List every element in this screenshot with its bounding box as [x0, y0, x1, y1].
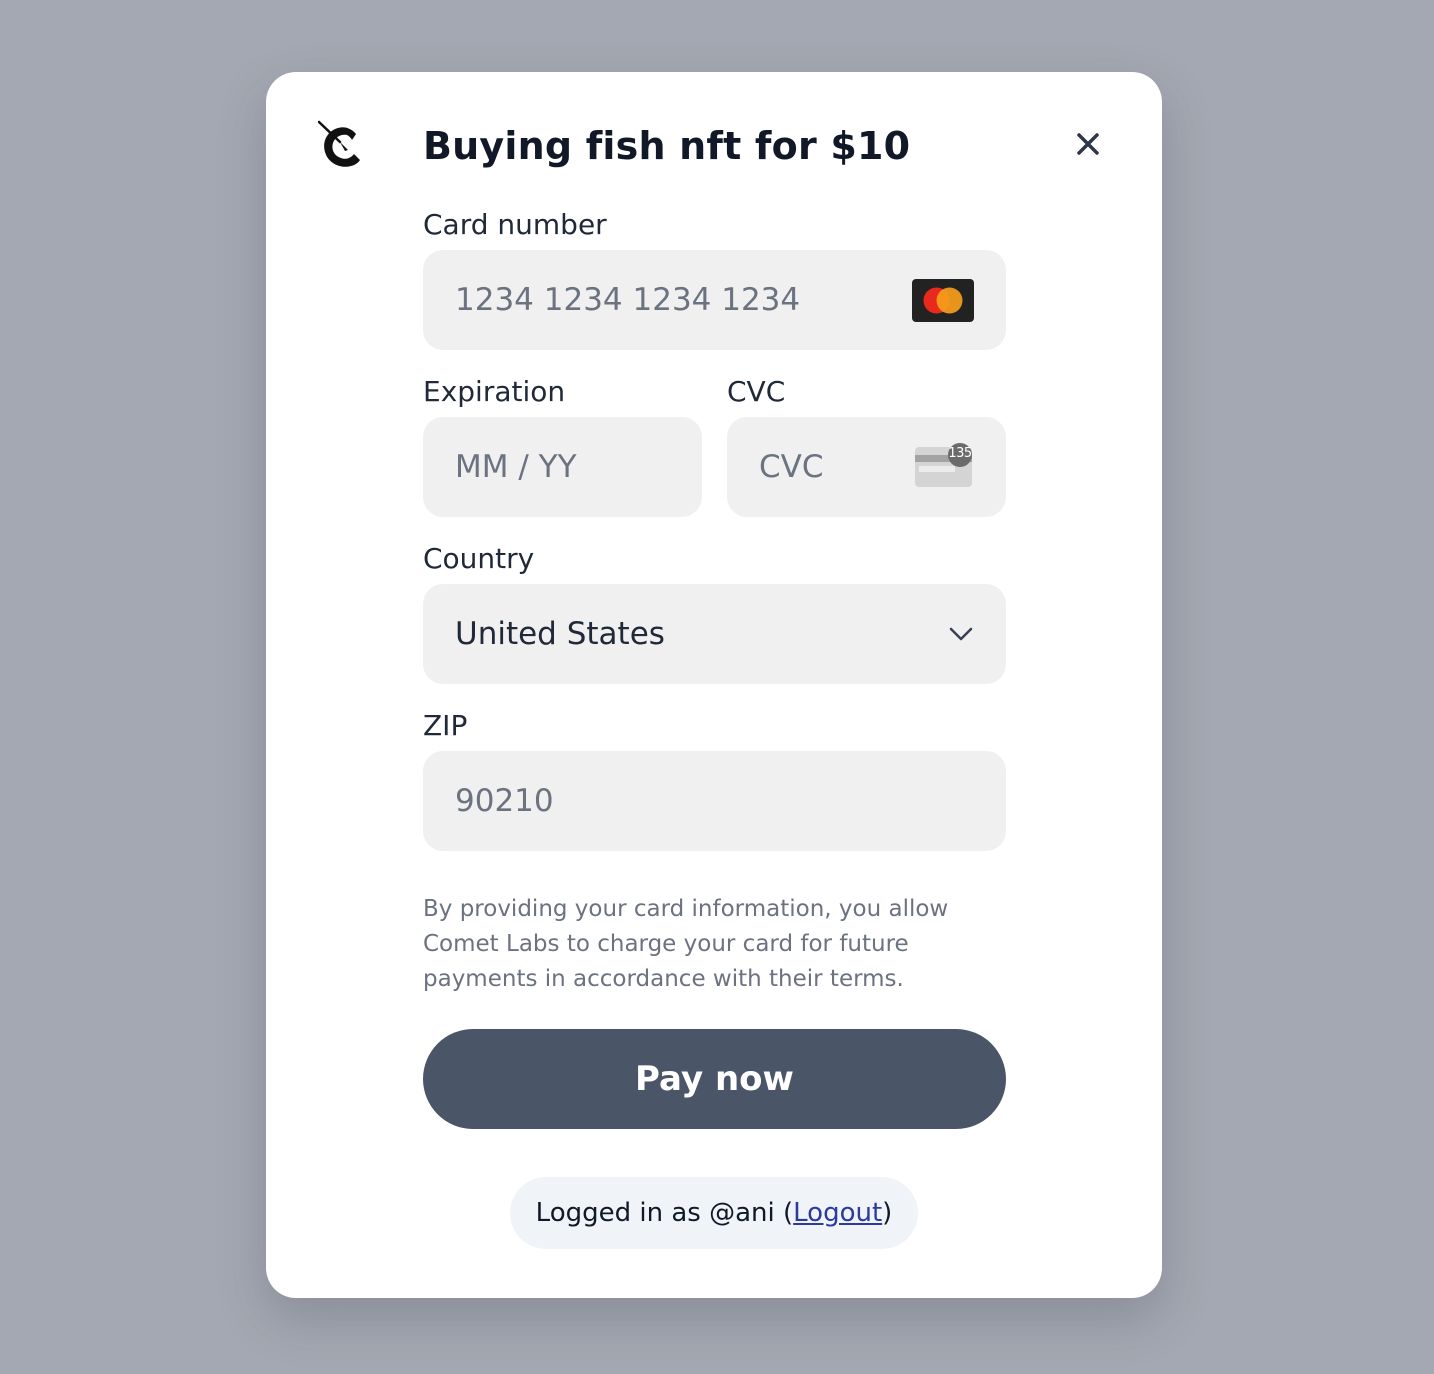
country-value: United States	[455, 616, 665, 652]
zip-label: ZIP	[423, 709, 468, 742]
country-label: Country	[423, 542, 535, 575]
logout-link[interactable]: Logout	[793, 1198, 882, 1228]
login-status: Logged in as @ani (Logout)	[510, 1177, 918, 1249]
card-number-label: Card number	[423, 208, 607, 241]
zip-placeholder: 90210	[455, 783, 554, 819]
login-prefix: Logged in as @ani (	[535, 1198, 794, 1228]
cvc-placeholder: CVC	[759, 449, 824, 485]
card-number-input[interactable]: 1234 1234 1234 1234	[423, 250, 1006, 350]
login-suffix: )	[882, 1198, 893, 1228]
expiration-label: Expiration	[423, 375, 566, 408]
pay-now-button[interactable]: Pay now	[423, 1029, 1006, 1129]
payment-modal: Buying fish nft for $10 Card number 1234…	[266, 72, 1162, 1298]
cvc-badge-text: 135	[948, 446, 972, 461]
card-disclaimer: By providing your card information, you …	[423, 896, 949, 992]
chevron-down-icon	[949, 627, 973, 641]
card-number-placeholder: 1234 1234 1234 1234	[455, 282, 801, 318]
country-select[interactable]: United States	[423, 584, 1006, 684]
expiration-placeholder: MM / YY	[455, 449, 577, 485]
expiration-input[interactable]: MM / YY	[423, 417, 702, 517]
zip-input[interactable]: 90210	[423, 751, 1006, 851]
cvc-input[interactable]: CVC 135	[727, 417, 1006, 517]
close-icon	[1077, 133, 1099, 155]
comet-logo-icon	[318, 120, 360, 167]
cvc-card-icon: 135	[913, 443, 977, 491]
mastercard-icon	[912, 279, 974, 322]
cvc-label: CVC	[727, 375, 786, 408]
close-button[interactable]	[1072, 128, 1104, 160]
modal-title: Buying fish nft for $10	[423, 124, 911, 168]
